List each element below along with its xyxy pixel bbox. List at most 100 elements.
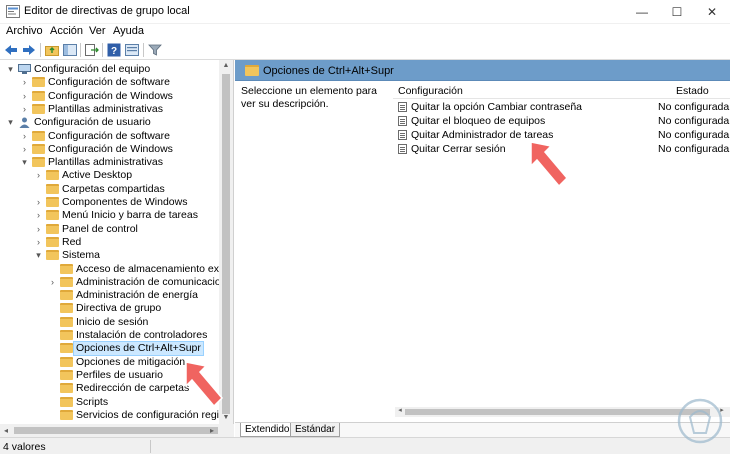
- chevron-right-icon[interactable]: ›: [20, 90, 29, 103]
- tree-item[interactable]: › Configuración de Windows: [0, 90, 233, 103]
- chevron-right-icon[interactable]: ›: [48, 276, 57, 289]
- tree-item[interactable]: Opciones de Ctrl+Alt+Supr: [0, 341, 233, 357]
- chevron-down-icon[interactable]: ▾: [20, 156, 29, 169]
- chevron-right-icon[interactable]: ›: [34, 223, 43, 236]
- tree-item-label: Configuración del equipo: [34, 63, 151, 75]
- column-header-estado[interactable]: Estado: [676, 85, 709, 97]
- chevron-right-icon[interactable]: ›: [34, 169, 43, 182]
- tree-item[interactable]: › Configuración de software: [0, 130, 233, 143]
- status-divider: [150, 440, 151, 453]
- tree-item-label: Opciones de mitigación: [76, 355, 186, 368]
- chevron-down-icon[interactable]: ▾: [6, 116, 15, 129]
- close-button[interactable]: ✕: [695, 0, 729, 24]
- node-header-title: Opciones de Ctrl+Alt+Supr: [263, 65, 394, 77]
- setting-state: No configurada: [658, 101, 730, 113]
- status-bar: 4 valores: [0, 437, 730, 454]
- chevron-down-icon[interactable]: ▾: [6, 63, 15, 76]
- detail-pane: Opciones de Ctrl+Alt+Supr Seleccione un …: [235, 60, 730, 437]
- tree-item[interactable]: ▾ Sistema: [0, 249, 233, 262]
- scroll-left-arrow-icon[interactable]: ◂: [0, 424, 12, 437]
- annotation-arrow-icon: [185, 361, 224, 408]
- menu-ver[interactable]: Ver: [89, 25, 106, 37]
- scroll-thumb[interactable]: [14, 427, 218, 434]
- chevron-right-icon[interactable]: ›: [20, 143, 29, 156]
- title-bar: Editor de directivas de grupo local — ☐ …: [0, 0, 730, 24]
- tab-estandar[interactable]: Estándar: [290, 423, 341, 437]
- show-hide-tree-icon[interactable]: [62, 42, 78, 58]
- tree-item[interactable]: Acceso de almacenamiento extraíble: [0, 263, 233, 276]
- menu-archivo[interactable]: Archivo: [6, 25, 43, 37]
- policy-setting-icon: [398, 116, 407, 126]
- folder-icon: [60, 383, 73, 394]
- scroll-thumb[interactable]: [405, 409, 710, 415]
- forward-arrow-icon[interactable]: [21, 42, 37, 58]
- chevron-right-icon[interactable]: ›: [20, 130, 29, 143]
- tree-item[interactable]: Instalación de controladores: [0, 329, 233, 342]
- tree-item-label: Plantillas administrativas: [48, 102, 163, 115]
- chevron-right-icon[interactable]: ›: [20, 103, 29, 116]
- policy-setting-icon: [398, 130, 407, 140]
- tree-item-label: Sistema: [62, 249, 100, 262]
- tree-item[interactable]: › Componentes de Windows: [0, 196, 233, 209]
- tree-item[interactable]: Servicios de configuración regional: [0, 409, 233, 422]
- tree-item[interactable]: › Configuración de software: [0, 76, 233, 89]
- setting-state: No configurada: [658, 115, 730, 127]
- folder-icon: [46, 210, 59, 221]
- tree-item[interactable]: › Red: [0, 236, 233, 249]
- computer-icon: [18, 64, 31, 74]
- status-text: 4 valores: [3, 441, 46, 453]
- list-item[interactable]: Quitar el bloqueo de equipos No configura…: [393, 114, 730, 128]
- tree-item[interactable]: › Configuración de Windows: [0, 143, 233, 156]
- tree-item[interactable]: › Panel de control: [0, 223, 233, 236]
- export-list-icon[interactable]: [84, 42, 100, 58]
- tree-item-label: Perfiles de usuario: [76, 368, 163, 381]
- list-item[interactable]: Quitar la opción Cambiar contraseña No co…: [393, 100, 730, 114]
- maximize-button[interactable]: ☐: [660, 0, 694, 24]
- column-header-configuracion[interactable]: Configuración: [398, 85, 463, 97]
- scroll-right-arrow-icon[interactable]: ▸: [206, 424, 218, 437]
- tree-horizontal-scrollbar[interactable]: ◂ ▸: [0, 424, 234, 437]
- tree-item[interactable]: › Administración de comunicaciones de Int…: [0, 275, 234, 289]
- tree-item-label: Directiva de grupo: [76, 302, 162, 315]
- scroll-down-arrow-icon[interactable]: ▼: [219, 412, 233, 424]
- tree-item[interactable]: Administración de energía: [0, 289, 233, 302]
- chevron-right-icon[interactable]: ›: [34, 236, 43, 249]
- folder-icon: [60, 303, 73, 314]
- minimize-button[interactable]: —: [625, 0, 659, 24]
- setting-state: No configurada: [658, 129, 730, 141]
- tree-item-label: Administración de comunicaciones de Inte…: [76, 275, 234, 288]
- chevron-down-icon[interactable]: ▾: [34, 249, 43, 262]
- menu-accion[interactable]: Acción: [50, 25, 83, 37]
- menu-ayuda[interactable]: Ayuda: [113, 25, 144, 37]
- tree-item[interactable]: › Menú Inicio y barra de tareas: [0, 209, 233, 222]
- help-icon[interactable]: ?: [106, 42, 122, 58]
- tree-item[interactable]: ▾ Configuración de usuario: [0, 116, 233, 129]
- tab-extendido[interactable]: Extendido: [240, 423, 295, 437]
- tree-item[interactable]: ▾ Configuración del equipo: [0, 63, 233, 76]
- folder-icon: [60, 409, 73, 420]
- filter-icon[interactable]: [147, 42, 163, 58]
- chevron-right-icon[interactable]: ›: [20, 76, 29, 89]
- up-folder-icon[interactable]: [44, 42, 60, 58]
- folder-icon: [32, 143, 45, 154]
- folder-icon: [60, 330, 73, 340]
- folder-icon: [32, 157, 45, 168]
- properties-icon[interactable]: [124, 42, 140, 58]
- toolbar: ?: [0, 40, 730, 60]
- tree-item[interactable]: ▾ Plantillas administrativas: [0, 156, 233, 169]
- menu-bar: Archivo Acción Ver Ayuda: [0, 24, 730, 40]
- list-header: Configuración Estado: [393, 82, 730, 99]
- tree-item[interactable]: › Plantillas administrativas: [0, 102, 233, 116]
- setting-name: Quitar la opción Cambiar contraseña: [411, 101, 583, 113]
- chevron-right-icon[interactable]: ›: [34, 209, 43, 222]
- scroll-up-arrow-icon[interactable]: ▲: [219, 60, 233, 72]
- chevron-right-icon[interactable]: ›: [34, 196, 43, 209]
- back-arrow-icon[interactable]: [3, 42, 19, 58]
- tree-item[interactable]: › Active Desktop: [0, 169, 233, 182]
- scroll-left-arrow-icon[interactable]: ◂: [395, 406, 405, 414]
- tree-item[interactable]: Directiva de grupo: [0, 302, 233, 315]
- tree-item-label: Opciones de Ctrl+Alt+Supr: [73, 341, 204, 357]
- tree-item[interactable]: Inicio de sesión: [0, 316, 233, 329]
- tree-item[interactable]: Carpetas compartidas: [0, 183, 233, 196]
- folder-open-icon: [60, 343, 73, 354]
